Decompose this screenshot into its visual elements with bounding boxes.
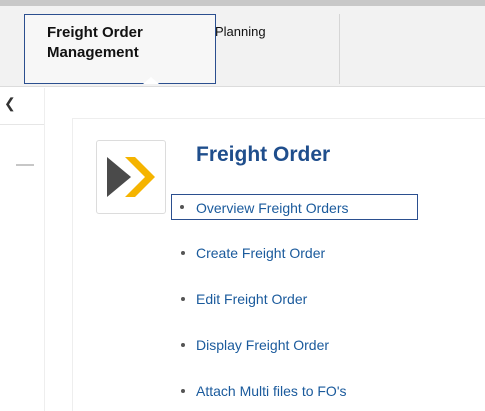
collapse-chevron-icon[interactable]: ❮ bbox=[4, 95, 20, 111]
header-stripe bbox=[0, 0, 485, 6]
bullet-icon bbox=[181, 297, 185, 301]
freight-order-links: Overview Freight Orders Create Freight O… bbox=[171, 194, 418, 411]
side-panel-rule bbox=[0, 124, 44, 125]
tab-label: Planning bbox=[215, 24, 266, 39]
side-panel-divider bbox=[44, 88, 45, 411]
bullet-icon bbox=[181, 389, 185, 393]
top-navigation-bar: Freight Order Management Planning bbox=[0, 0, 485, 87]
tab-freight-order-management[interactable]: Freight Order Management bbox=[24, 14, 216, 84]
link-overview-freight-orders[interactable]: Overview Freight Orders bbox=[171, 194, 418, 220]
side-panel-handle[interactable] bbox=[16, 164, 34, 166]
bullet-icon bbox=[181, 251, 185, 255]
link-attach-multi-files[interactable]: Attach Multi files to FO's bbox=[172, 378, 418, 404]
link-label: Attach Multi files to FO's bbox=[196, 383, 347, 399]
active-tab-caret-icon bbox=[143, 77, 159, 84]
link-create-freight-order[interactable]: Create Freight Order bbox=[172, 240, 418, 266]
bullet-icon bbox=[180, 205, 184, 209]
link-label: Create Freight Order bbox=[196, 245, 326, 261]
chevron-arrow-icon bbox=[96, 140, 166, 214]
bullet-icon bbox=[181, 343, 185, 347]
link-label: Display Freight Order bbox=[196, 337, 330, 353]
link-edit-freight-order[interactable]: Edit Freight Order bbox=[172, 286, 418, 312]
link-label: Overview Freight Orders bbox=[196, 200, 349, 216]
link-display-freight-order[interactable]: Display Freight Order bbox=[172, 332, 418, 358]
tab-planning[interactable]: Planning bbox=[213, 14, 340, 84]
link-label: Edit Freight Order bbox=[196, 291, 308, 307]
tab-label: Freight Order Management bbox=[47, 24, 143, 61]
card-title: Freight Order bbox=[196, 143, 331, 166]
launchpad-page: Freight Order Management Planning ❮ Frei… bbox=[0, 0, 485, 411]
